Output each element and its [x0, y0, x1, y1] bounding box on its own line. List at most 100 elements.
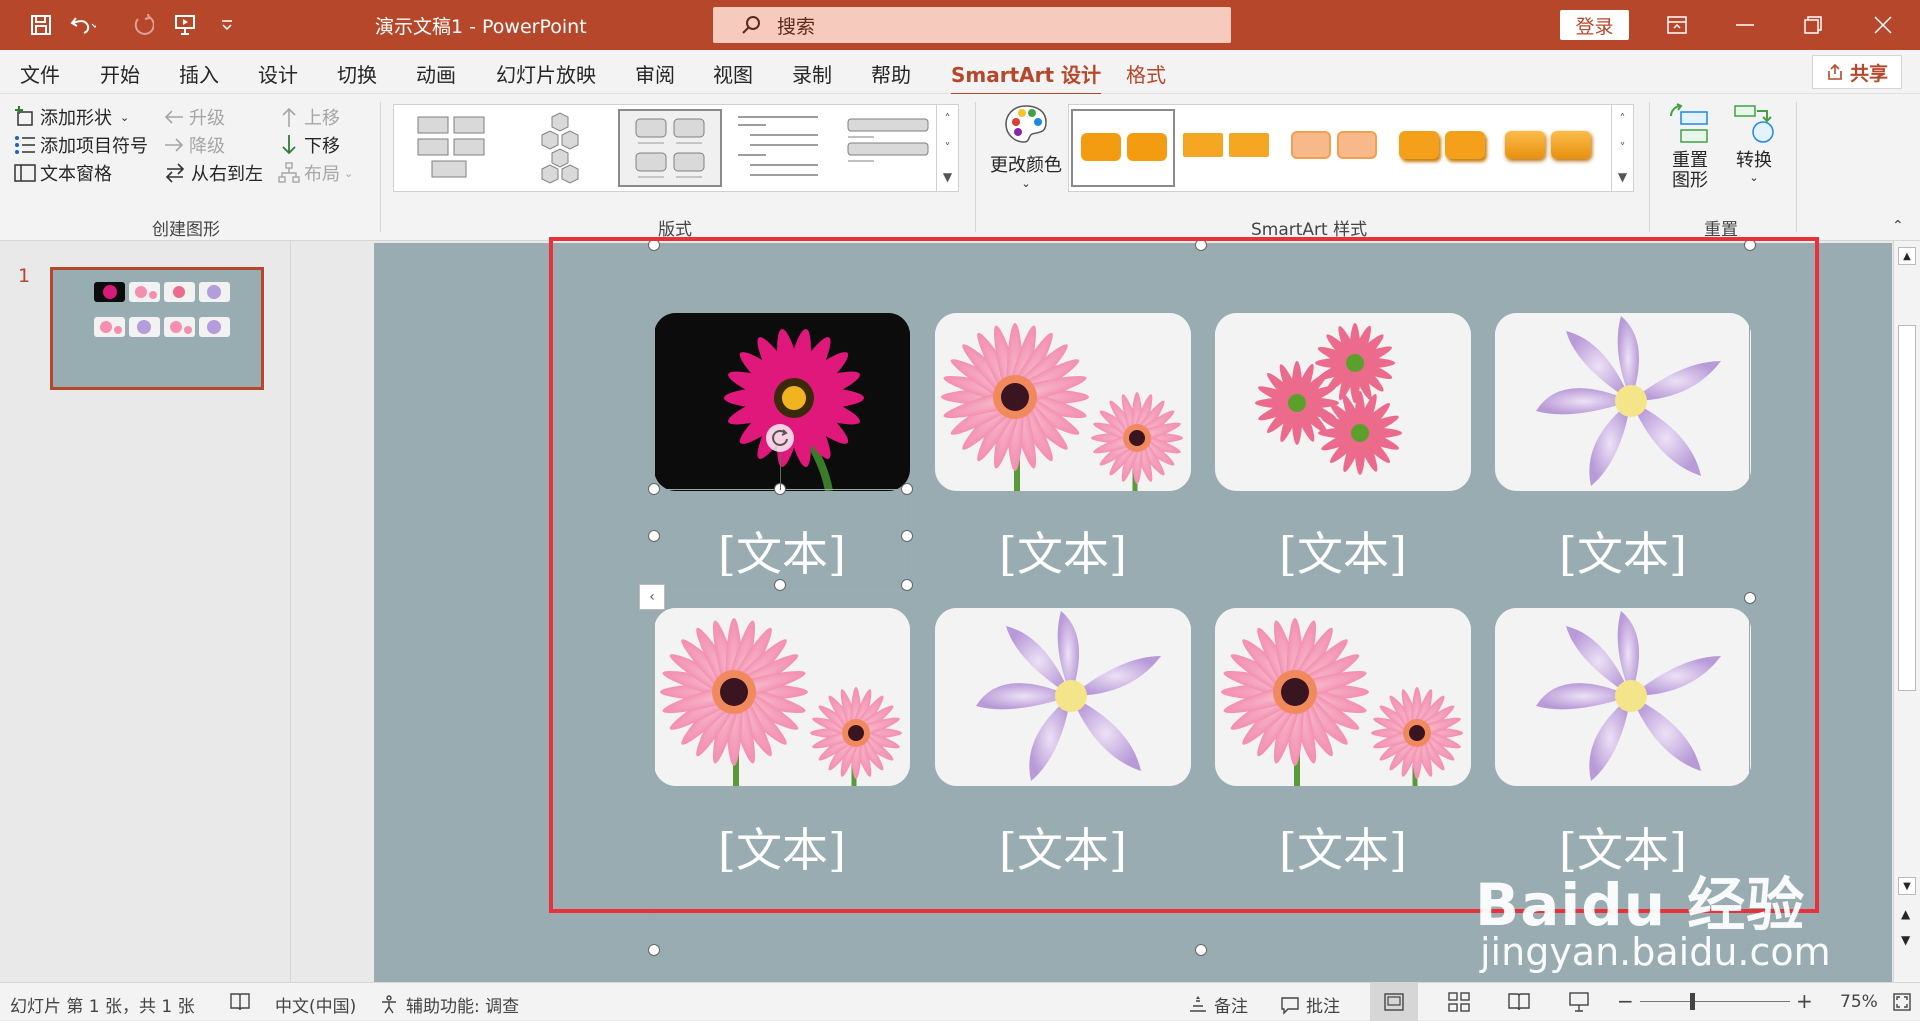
smartart-style-option[interactable]	[1393, 109, 1497, 187]
undo-icon[interactable]	[66, 8, 100, 42]
text-pane-button[interactable]: 文本窗格	[14, 160, 112, 186]
demote-button[interactable]: 降级	[163, 132, 225, 158]
chevron-up-icon[interactable]: ˄	[1620, 112, 1626, 126]
style-swatch	[1183, 133, 1223, 157]
zoom-slider[interactable]	[1640, 1001, 1790, 1002]
add-shape-label: 添加形状	[40, 108, 112, 129]
layout-option[interactable]	[834, 109, 938, 187]
language-indicator[interactable]: 中文(中国)	[275, 992, 356, 1017]
reading-view-icon[interactable]	[1508, 992, 1530, 1017]
arrow-right-icon	[165, 138, 184, 152]
add-shape-button[interactable]: 添加形状 ⌄	[14, 104, 129, 130]
customize-quick-access-icon[interactable]	[210, 8, 244, 42]
arrow-up-icon	[282, 107, 296, 127]
promote-button[interactable]: 升级	[163, 104, 225, 130]
layout-gallery-scroll[interactable]: ˄ ˅ ▼	[936, 105, 958, 191]
tab-smartart-design[interactable]: SmartArt 设计	[951, 59, 1102, 96]
zoom-in-icon[interactable]: +	[1796, 989, 1813, 1013]
slide-sorter-icon[interactable]	[1448, 992, 1470, 1017]
start-slideshow-icon[interactable]	[168, 8, 202, 42]
layout-option-selected[interactable]	[618, 109, 722, 187]
right-to-left-button[interactable]: 从右到左	[163, 160, 263, 186]
group-label-create-graphic: 创建图形	[152, 220, 220, 240]
text-pane-label: 文本窗格	[40, 164, 112, 185]
chevron-up-icon[interactable]: ˄	[945, 112, 951, 126]
tab-format[interactable]: 格式	[1126, 59, 1166, 88]
spellcheck-icon[interactable]	[229, 992, 257, 1012]
smartart-style-option[interactable]	[1177, 109, 1281, 187]
accessibility-button[interactable]: 辅助功能: 调查	[380, 992, 519, 1017]
scroll-thumb[interactable]	[1898, 325, 1916, 691]
change-colors-button[interactable]: 更改颜色 ⌄	[988, 104, 1064, 204]
layout-option[interactable]	[402, 109, 506, 187]
ribbon-tabs: 文件 开始 插入 设计 切换 动画 幻灯片放映 审阅 视图 录制 帮助 Smar…	[0, 50, 1920, 96]
next-slide-icon[interactable]: ▼	[1901, 933, 1910, 947]
layout-button[interactable]: 布局 ⌄	[278, 160, 353, 186]
chevron-down-icon[interactable]: ˅	[1620, 141, 1626, 155]
share-button[interactable]: 共享	[1812, 55, 1902, 89]
layout-option[interactable]	[510, 109, 614, 187]
resize-handle[interactable]	[1195, 944, 1207, 956]
tab-review[interactable]: 审阅	[635, 59, 675, 88]
zoom-out-icon[interactable]: −	[1617, 989, 1634, 1013]
arrow-down-icon	[282, 135, 296, 155]
group-separator	[1796, 102, 1797, 232]
vertical-scrollbar[interactable]: ▲ ▼ ▲ ▼	[1893, 241, 1920, 982]
accessibility-label: 辅助功能: 调查	[406, 997, 520, 1017]
layout-option[interactable]	[726, 109, 830, 187]
change-colors-label: 更改颜色	[990, 155, 1062, 176]
reset-graphic-button[interactable]: 重置 图形	[1662, 102, 1718, 191]
smartart-style-option-selected[interactable]	[1071, 109, 1175, 187]
slideshow-view-icon[interactable]	[1568, 992, 1590, 1017]
add-bullet-button[interactable]: 添加项目符号	[14, 132, 148, 158]
restore-icon[interactable]	[1793, 8, 1833, 42]
collapse-ribbon-icon[interactable]: ⌃	[1892, 218, 1904, 234]
slide-thumbnail[interactable]	[50, 267, 264, 390]
login-button[interactable]: 登录	[1560, 10, 1629, 40]
scroll-up-icon[interactable]: ▲	[1898, 247, 1916, 265]
scroll-down-icon[interactable]: ▼	[1898, 877, 1916, 895]
gallery-expand-icon[interactable]: ▼	[1618, 170, 1627, 184]
search-input[interactable]: 搜索	[713, 7, 1231, 43]
promote-label: 升级	[189, 108, 225, 129]
tab-record[interactable]: 录制	[792, 59, 832, 88]
ribbon-display-options-icon[interactable]	[1657, 8, 1697, 42]
search-placeholder: 搜索	[777, 15, 816, 38]
share-label: 共享	[1849, 62, 1888, 85]
zoom-slider-thumb[interactable]	[1690, 993, 1695, 1010]
share-icon	[1828, 63, 1842, 80]
previous-slide-icon[interactable]: ▲	[1901, 907, 1910, 921]
tab-view[interactable]: 视图	[713, 59, 753, 88]
move-down-label: 下移	[304, 136, 340, 157]
tab-design[interactable]: 设计	[258, 59, 298, 88]
redo-icon[interactable]	[126, 8, 160, 42]
save-icon[interactable]	[24, 8, 58, 42]
chevron-down-icon[interactable]: ˅	[945, 141, 951, 155]
fit-to-window-icon[interactable]	[1892, 992, 1912, 1017]
tab-transitions[interactable]: 切换	[337, 59, 377, 88]
resize-handle[interactable]	[648, 944, 660, 956]
group-separator	[975, 102, 976, 232]
tab-slideshow[interactable]: 幻灯片放映	[496, 59, 596, 88]
gallery-expand-icon[interactable]: ▼	[943, 170, 952, 184]
smartart-style-option[interactable]	[1285, 109, 1389, 187]
smartart-style-option[interactable]	[1499, 109, 1603, 187]
title-bar: 演示文稿1 - PowerPoint 搜索 登录	[0, 0, 1920, 50]
swap-arrows-icon	[165, 163, 185, 183]
convert-button[interactable]: 转换 ⌄	[1726, 102, 1782, 184]
comments-button[interactable]: 批注	[1280, 992, 1340, 1017]
zoom-level[interactable]: 75%	[1840, 992, 1878, 1012]
minimize-icon[interactable]	[1725, 8, 1765, 42]
tab-insert[interactable]: 插入	[179, 59, 219, 88]
styles-gallery-scroll[interactable]: ˄ ˅ ▼	[1611, 105, 1633, 191]
notes-button[interactable]: 备注	[1188, 992, 1248, 1017]
tab-file[interactable]: 文件	[20, 59, 60, 88]
move-up-button[interactable]: 上移	[278, 104, 340, 130]
close-icon[interactable]	[1863, 8, 1903, 42]
tab-help[interactable]: 帮助	[871, 59, 911, 88]
group-separator	[1649, 102, 1650, 232]
tab-animations[interactable]: 动画	[416, 59, 456, 88]
tab-home[interactable]: 开始	[100, 59, 140, 88]
normal-view-icon[interactable]	[1370, 983, 1418, 1021]
move-down-button[interactable]: 下移	[278, 132, 340, 158]
